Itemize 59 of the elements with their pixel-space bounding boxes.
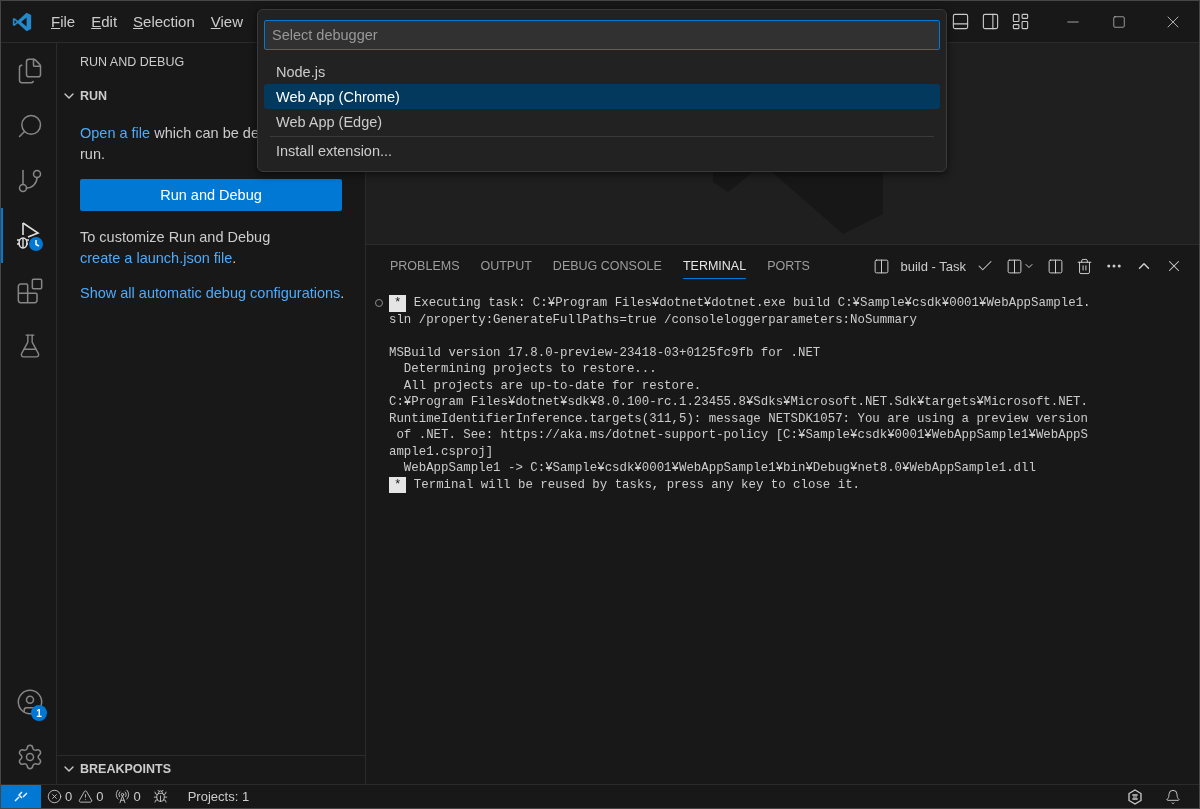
warning-icon: [78, 789, 94, 804]
task-marker: *: [389, 476, 407, 493]
debugger-option[interactable]: Web App (Chrome): [264, 84, 940, 109]
error-count: 0: [65, 789, 73, 804]
notification-badge: 1: [31, 705, 47, 721]
error-icon: [47, 789, 62, 804]
warning-count: 0: [96, 789, 104, 804]
terminal-line: WebAppSample1 -> C:¥Sample¥csdk¥0001¥WebAppSample1¥bin¥Debug¥net8.0¥WebAppSample1.dll: [402, 460, 1036, 477]
terminal-line: C:¥Program Files¥dotnet¥sdk¥8.0.100-rc.1.23455.8¥Sdks¥Microsoft.NET.Sdk¥targets¥Microsoft.NET.: [389, 394, 1088, 411]
show-all-text: Show all automatic debug configurations.: [80, 284, 346, 303]
menu-item[interactable]: Edit: [83, 13, 126, 30]
bug-icon[interactable]: [152, 789, 168, 804]
terminal-line: Terminal will be reused by tasks, press any key to close it.: [412, 476, 860, 493]
antenna-icon: [115, 789, 131, 804]
menu-item[interactable]: File: [43, 13, 84, 30]
terminal-line: MSBuild version 17.8.0-preview-23418-03+0125fc9fb for .NET: [389, 344, 821, 361]
panel-tab[interactable]: OUTPUT: [480, 253, 532, 279]
terminal-name[interactable]: build - Task: [900, 258, 966, 274]
hexagon-icon[interactable]: [1127, 788, 1143, 805]
split-icon[interactable]: [1047, 257, 1064, 275]
install-extension-option[interactable]: Install extension...: [270, 136, 934, 165]
problems-button[interactable]: 0 0: [41, 785, 110, 808]
maximize-icon[interactable]: [1112, 14, 1126, 29]
terminal-line: RuntimeIdentifierInference.targets(311,5): message NETSDK1057: You are using a preview version: [389, 410, 1088, 427]
account-button[interactable]: 1: [1, 674, 56, 729]
run-and-debug-button[interactable]: Run and Debug: [80, 179, 342, 211]
terminal-icon: [873, 257, 891, 275]
terminal-line: All projects are up-to-date for restore.: [402, 377, 702, 394]
menu-item[interactable]: View: [202, 13, 251, 30]
ports-button[interactable]: 0: [109, 785, 147, 808]
terminal-line: sln /property:GenerateFullPaths=true /consoleloggerparameters:NoSummary: [389, 311, 917, 328]
panel-tab[interactable]: DEBUG CONSOLE: [552, 253, 662, 279]
customize-text: To customize Run and Debug create a launch.json file.: [80, 228, 272, 268]
sidebar-layout-icon[interactable]: [980, 12, 1000, 31]
debugger-option[interactable]: Web App (Edge): [264, 109, 940, 134]
create-launch-link[interactable]: create a launch.json file: [80, 250, 233, 266]
menu-item[interactable]: Selection: [125, 13, 203, 30]
projects-button[interactable]: Projects: 1: [181, 785, 256, 808]
sidebar-title: RUN AND DEBUG: [80, 55, 185, 69]
app-logo-icon: [12, 11, 32, 32]
extensions-icon: [15, 276, 44, 305]
account-icon: [15, 687, 44, 716]
debugger-option[interactable]: Node.js: [264, 59, 940, 84]
split-icon[interactable]: [1006, 257, 1023, 275]
bell-icon[interactable]: [1165, 788, 1181, 805]
section-header[interactable]: BREAKPOINTS: [57, 755, 365, 782]
panel-tab[interactable]: TERMINAL: [682, 253, 747, 279]
open-file-link[interactable]: Open a file: [80, 125, 151, 141]
task-marker: *: [389, 295, 407, 312]
terminal-line: Determining projects to restore...: [402, 361, 657, 378]
terminal-line: of .NET. See: https://aka.ms/dotnet-support-policy [C:¥Sample¥csdk¥0001¥WebAppSample1¥WebAppS: [395, 427, 1088, 444]
trash-icon[interactable]: [1076, 257, 1093, 275]
debugger-search-field[interactable]: Select debugger: [264, 20, 940, 50]
terminal-line: ample1.csproj]: [389, 443, 494, 460]
layout-icon[interactable]: [1010, 12, 1030, 31]
panel-layout-icon[interactable]: [950, 12, 970, 31]
panel-tab[interactable]: PORTS: [767, 253, 810, 279]
terminal-line: Executing task: C:¥Program Files¥dotnet¥dotnet.exe build C:¥Sample¥csdk¥0001¥WebAppSample1.: [412, 295, 1091, 312]
panel-tab[interactable]: PROBLEMS: [390, 253, 460, 279]
